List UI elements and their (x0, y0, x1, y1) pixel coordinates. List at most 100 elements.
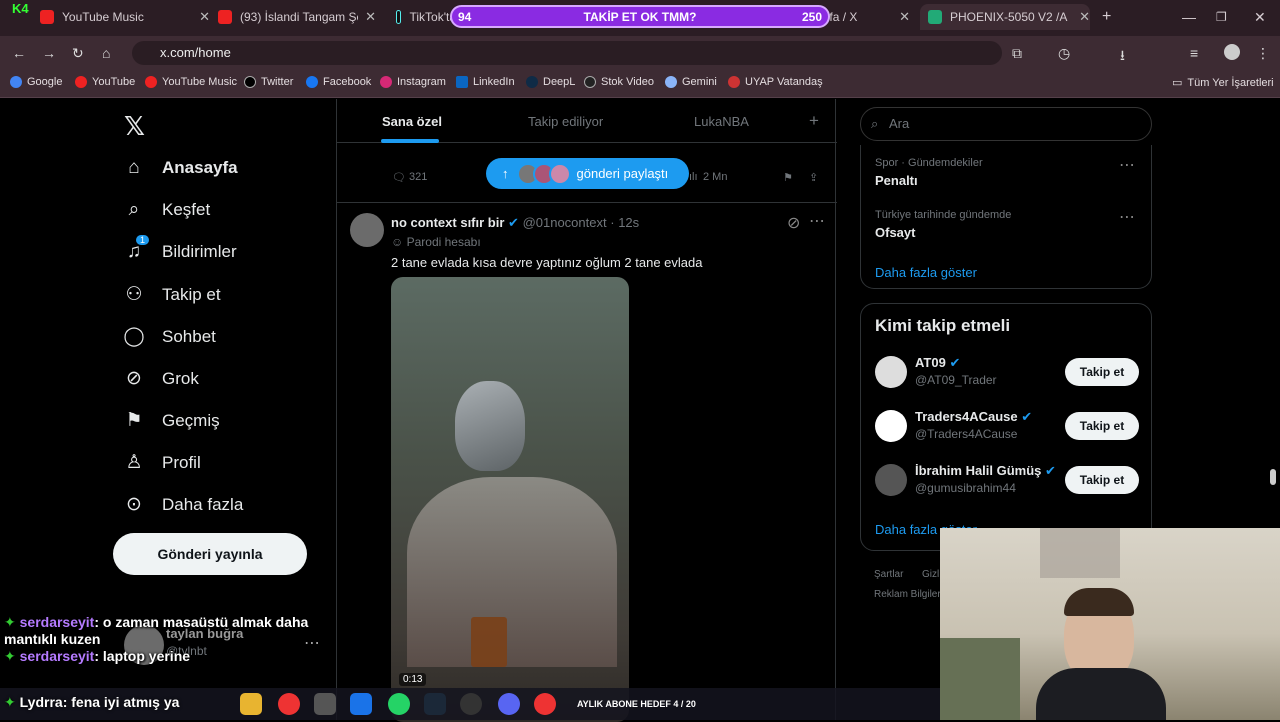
arrow-up-icon: ↑ (502, 166, 509, 181)
reload-icon[interactable]: ↻ (72, 45, 84, 62)
feed-tabs: Sana özel Takip ediliyor LukaNBA + (337, 99, 837, 143)
verified-badge-icon: ✔ (1045, 463, 1056, 478)
nav-more[interactable]: ⊙ Daha fazla (122, 493, 243, 516)
grok-icon: ⊘ (126, 368, 142, 389)
views-icon[interactable]: ılı (689, 171, 698, 183)
close-icon[interactable]: ✕ (365, 9, 376, 25)
uyap-icon (728, 76, 740, 88)
share-icon[interactable]: ⇪ (809, 171, 818, 184)
more-icon[interactable]: ⋯ (1119, 155, 1135, 175)
tab-tiktok[interactable]: TikTok'ta (396, 4, 456, 30)
follow-button[interactable]: Takip et (1065, 358, 1139, 386)
sparkle-icon: ✦ (4, 614, 16, 630)
search-input[interactable]: ⌕ Ara (860, 107, 1152, 141)
more-icon[interactable]: ⋯ (1119, 207, 1135, 227)
forward-icon[interactable]: → (42, 45, 56, 61)
follow-button[interactable]: Takip et (1065, 412, 1139, 440)
avatar[interactable] (350, 213, 384, 247)
new-tab-button[interactable]: + (1102, 4, 1111, 30)
chrome-icon[interactable] (534, 693, 556, 715)
bookmark-youtube[interactable]: YouTube (75, 76, 135, 88)
nav-profile[interactable]: ♙ Profil (122, 451, 200, 474)
menu-list-icon[interactable]: ≡ (1190, 45, 1198, 61)
game-launcher-icon[interactable] (460, 693, 482, 715)
bookmark-google[interactable]: Google (10, 76, 62, 88)
tab-phoenix[interactable]: PHOENIX-5050 V2 /AMD R✕ (920, 4, 1090, 30)
follow-button[interactable]: Takip et (1065, 466, 1139, 494)
file-explorer-icon[interactable] (240, 693, 262, 715)
google-icon (10, 76, 22, 88)
youtube-music-icon (40, 10, 54, 24)
back-icon[interactable]: ← (12, 45, 26, 61)
search-icon: ⌕ (128, 199, 140, 220)
nav-explore[interactable]: ⌕ Keşfet (122, 199, 211, 221)
bookmark-youtube-music[interactable]: YouTube Music (145, 76, 237, 88)
show-more-link[interactable]: Daha fazla göster (875, 265, 977, 280)
post-button[interactable]: Gönderi yayınla (113, 533, 307, 575)
nav-home[interactable]: ⌂ Anasayfa (122, 157, 237, 179)
bookmark-deepl[interactable]: DeepL (526, 76, 575, 88)
home-icon[interactable]: ⌂ (102, 45, 110, 61)
bookmark-stok-video[interactable]: Stok Video (584, 76, 654, 88)
close-icon[interactable]: ✕ (899, 9, 910, 25)
address-bar[interactable]: x.com/home (132, 41, 1002, 65)
profile-avatar[interactable] (1224, 44, 1240, 60)
tab-youtube-music[interactable]: YouTube Music ✕ (40, 4, 210, 30)
x-logo-icon[interactable]: 𝕏 (124, 111, 145, 142)
avatar[interactable] (875, 410, 907, 442)
discord-icon[interactable] (498, 693, 520, 715)
close-icon[interactable]: ✕ (199, 9, 210, 25)
scrollbar-thumb[interactable] (1270, 469, 1276, 485)
reply-icon[interactable]: 🗨 (392, 171, 406, 184)
active-tab-indicator (381, 139, 439, 143)
mail-icon[interactable] (350, 693, 372, 715)
bookmark-uyap[interactable]: UYAP Vatandaş (728, 76, 823, 88)
download-icon[interactable]: ⭳ (1120, 45, 1125, 69)
close-icon[interactable]: ✕ (1079, 9, 1090, 25)
tab-for-you[interactable]: Sana özel (382, 114, 442, 129)
bookmark-linkedin[interactable]: LinkedIn (456, 76, 515, 88)
nav-notifications[interactable]: ♫ Bildirimler 1 (122, 235, 237, 263)
nav-grok[interactable]: ⊘ Grok (122, 367, 199, 390)
whatsapp-icon[interactable] (388, 693, 410, 715)
tab-lukanba[interactable]: LukaNBA (694, 114, 749, 129)
new-posts-pill[interactable]: ↑ gönderi paylaştı (486, 158, 689, 189)
verified-badge-icon: ✔ (1021, 409, 1033, 424)
nav-follow[interactable]: ⚇ Takip et (122, 283, 220, 306)
tab-following[interactable]: Takip ediliyor (528, 114, 603, 129)
chrome-icon[interactable] (278, 693, 300, 715)
bookmark-icon[interactable]: ⚑ (783, 171, 793, 184)
sparkle-icon: ✦ (4, 694, 16, 710)
extensions-icon[interactable]: ⧉ (1012, 45, 1022, 62)
footer-ads[interactable]: Reklam Bilgileri (874, 589, 943, 600)
avatar[interactable] (875, 356, 907, 388)
bookmark-gemini[interactable]: Gemini (665, 76, 717, 88)
restore-icon[interactable]: ❐ (1216, 4, 1227, 30)
x-icon (244, 76, 256, 88)
nav-bookmarks[interactable]: ⚑ Geçmiş (122, 409, 219, 432)
kebab-menu-icon[interactable]: ⋮ (1256, 45, 1270, 62)
history-icon[interactable]: ◷ (1058, 45, 1070, 62)
tweet[interactable]: no context sıfır bir ✔ @01nocontext · 12… (337, 202, 837, 270)
tweet-video[interactable]: 0:13 (391, 277, 629, 722)
trends-card: Spor · Gündemdekiler Penaltı ⋯ Türkiye t… (860, 145, 1152, 289)
more-icon[interactable]: ⋯ (809, 211, 825, 231)
avatar[interactable] (875, 464, 907, 496)
trend-item[interactable]: Ofsayt (875, 225, 915, 240)
minimize-icon[interactable]: — (1182, 4, 1196, 30)
nav-chat[interactable]: ◯ Sohbet (122, 325, 216, 348)
tab-youtube[interactable]: (93) İslandi Tangam Şehvet✕ (218, 4, 376, 30)
all-bookmarks[interactable]: ▭ Tüm Yer İşaretleri (1172, 76, 1274, 90)
calculator-icon[interactable] (314, 693, 336, 715)
bookmark-facebook[interactable]: Facebook (306, 76, 371, 88)
bookmark-twitter[interactable]: Twitter (244, 76, 293, 88)
grok-icon[interactable]: ⊘ (787, 213, 800, 233)
bookmark-instagram[interactable]: Instagram (380, 76, 446, 88)
footer-privacy[interactable]: Gizl (922, 569, 939, 580)
suggested-name: Traders4ACause ✔ (915, 409, 1033, 424)
steam-icon[interactable] (424, 693, 446, 715)
add-tab-icon[interactable]: + (809, 111, 819, 131)
trend-item[interactable]: Penaltı (875, 173, 918, 188)
window-close-icon[interactable]: ✕ (1254, 4, 1266, 30)
footer-terms[interactable]: Şartlar (874, 569, 903, 580)
